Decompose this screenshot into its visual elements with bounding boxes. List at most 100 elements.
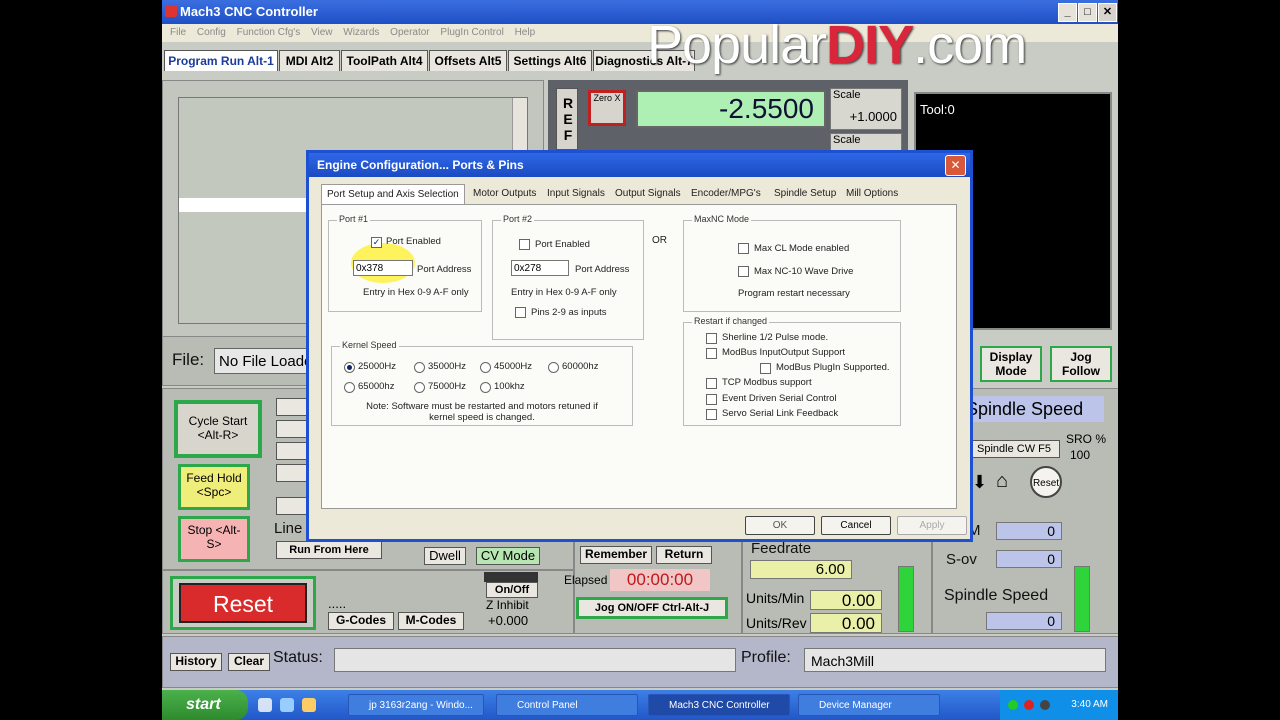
recent-file-button[interactable]: [276, 420, 308, 438]
feed-hold-button[interactable]: Feed Hold <Spc>: [178, 464, 250, 510]
z-inhibit-onoff-button[interactable]: On/Off: [486, 582, 538, 598]
reset-button[interactable]: Reset: [179, 583, 307, 623]
close-gcode-button[interactable]: [276, 442, 308, 460]
port2-address-input[interactable]: 0x278: [511, 260, 569, 276]
event-serial-checkbox[interactable]: [706, 394, 717, 405]
x-axis-dro[interactable]: -2.5500: [636, 90, 826, 128]
remember-button[interactable]: Remember: [580, 546, 652, 564]
dialog-close-icon[interactable]: ✕: [945, 155, 966, 176]
servo-serial-checkbox[interactable]: [706, 409, 717, 420]
menu-function-cfg[interactable]: Function Cfg's: [237, 27, 301, 38]
port2-pins-checkbox[interactable]: [515, 307, 526, 318]
run-from-here-button[interactable]: Run From Here: [276, 541, 382, 559]
kernel-65000-radio[interactable]: [344, 382, 355, 393]
kernel-60000-radio[interactable]: [548, 362, 559, 373]
stop-button[interactable]: Stop <Alt-S>: [178, 516, 250, 562]
history-button[interactable]: History: [170, 653, 222, 671]
maxnc-nc10-checkbox[interactable]: [738, 266, 749, 277]
spindle-cw-button[interactable]: Spindle CW F5: [968, 440, 1060, 458]
edit-gcode-button[interactable]: [276, 398, 308, 416]
kernel-25000-radio[interactable]: [344, 362, 355, 373]
tcp-modbus-checkbox[interactable]: [706, 378, 717, 389]
ok-button[interactable]: OK: [745, 516, 815, 535]
set-next-line-button[interactable]: [276, 497, 308, 515]
spindle-reset-button[interactable]: Reset: [1030, 466, 1062, 498]
feedrate-value[interactable]: 6.00: [750, 560, 852, 579]
dwell-indicator: Dwell: [424, 547, 466, 565]
units-min-value: 0.00: [810, 590, 882, 610]
maximize-button[interactable]: □: [1078, 3, 1097, 22]
z-inhibit-value[interactable]: +0.000: [488, 613, 528, 628]
apply-button[interactable]: Apply: [897, 516, 967, 535]
start-button[interactable]: start: [162, 690, 248, 720]
port2-title: Port #2: [501, 214, 535, 224]
gcodes-button[interactable]: G-Codes: [328, 612, 394, 630]
tray-security-icon[interactable]: [1024, 700, 1034, 710]
tab-offsets[interactable]: Offsets Alt5: [429, 50, 507, 71]
tab-port-setup[interactable]: Port Setup and Axis Selection: [321, 184, 465, 205]
maxnc-restart-note: Program restart necessary: [738, 288, 850, 299]
clock: 3:40 AM: [1071, 699, 1108, 710]
jog-follow-button[interactable]: Jog Follow: [1050, 346, 1112, 382]
minimize-button[interactable]: _: [1058, 3, 1077, 22]
close-button[interactable]: ✕: [1098, 3, 1117, 22]
jog-onoff-button[interactable]: Jog ON/OFF Ctrl-Alt-J: [576, 597, 728, 619]
kernel-35000-radio[interactable]: [414, 362, 425, 373]
tab-output-signals[interactable]: Output Signals: [615, 184, 681, 204]
maxnc-cl-checkbox[interactable]: [738, 243, 749, 254]
tab-motor-outputs[interactable]: Motor Outputs: [473, 184, 536, 204]
tray-network-icon[interactable]: [1008, 700, 1018, 710]
tray-volume-icon[interactable]: [1040, 700, 1050, 710]
port2-hint: Entry in Hex 0-9 A-F only: [511, 287, 617, 298]
cycle-start-button[interactable]: Cycle Start <Alt-R>: [174, 400, 262, 458]
tab-settings[interactable]: Settings Alt6: [508, 50, 592, 71]
z-inhibit-led: [484, 572, 538, 582]
home-icon[interactable]: ⌂: [996, 470, 1008, 493]
menu-view[interactable]: View: [311, 27, 333, 38]
mcodes-button[interactable]: M-Codes: [398, 612, 464, 630]
kernel-100k-radio[interactable]: [480, 382, 491, 393]
zero-x-button[interactable]: Zero X: [588, 90, 626, 126]
quicklaunch-desktop-icon[interactable]: [280, 698, 294, 712]
load-gcode-button[interactable]: [276, 464, 308, 482]
port2-enabled-checkbox[interactable]: [519, 239, 530, 250]
kernel-75000-radio[interactable]: [414, 382, 425, 393]
spindle-speed-label: Spindle Speed: [944, 587, 1049, 604]
kernel-45000-label: 45000Hz: [494, 361, 533, 372]
modbus-io-checkbox[interactable]: [706, 348, 717, 359]
tab-input-signals[interactable]: Input Signals: [547, 184, 605, 204]
ref-all-button[interactable]: REF: [556, 88, 578, 150]
tab-program-run[interactable]: Program Run Alt-1: [164, 50, 278, 71]
task-windows-explorer[interactable]: jp 3163r2ang - Windo...: [348, 694, 484, 716]
tab-spindle-setup[interactable]: Spindle Setup: [774, 184, 836, 204]
tab-mill-options[interactable]: Mill Options: [846, 184, 898, 204]
tool-label: Tool:0: [920, 102, 955, 117]
clear-button[interactable]: Clear: [228, 653, 270, 671]
menu-help[interactable]: Help: [515, 27, 536, 38]
spindle-speed-value[interactable]: 0: [986, 612, 1062, 630]
tab-toolpath[interactable]: ToolPath Alt4: [341, 50, 428, 71]
menu-file[interactable]: File: [170, 27, 186, 38]
kernel-45000-radio[interactable]: [480, 362, 491, 373]
kernel-65000-label: 65000hz: [358, 381, 395, 392]
task-device-manager[interactable]: Device Manager: [798, 694, 940, 716]
quicklaunch-folder-icon[interactable]: [302, 698, 316, 712]
sherline-checkbox[interactable]: [706, 333, 717, 344]
tab-encoder-mpg[interactable]: Encoder/MPG's: [691, 184, 761, 204]
menu-wizards[interactable]: Wizards: [343, 27, 379, 38]
menu-config[interactable]: Config: [197, 27, 226, 38]
task-mach3[interactable]: Mach3 CNC Controller: [648, 694, 790, 716]
quicklaunch-ie-icon[interactable]: [258, 698, 272, 712]
menu-operator[interactable]: Operator: [390, 27, 429, 38]
spindle-down-icon[interactable]: ⬇: [972, 472, 987, 493]
port1-address-input[interactable]: 0x378: [353, 260, 413, 276]
port1-enabled-checkbox[interactable]: ✓: [371, 237, 382, 248]
task-control-panel[interactable]: Control Panel: [496, 694, 638, 716]
menu-plugin-control[interactable]: PlugIn Control: [440, 27, 503, 38]
display-mode-button[interactable]: Display Mode: [980, 346, 1042, 382]
tab-mdi[interactable]: MDI Alt2: [279, 50, 340, 71]
modbus-plugin-checkbox[interactable]: [760, 363, 771, 374]
cancel-button[interactable]: Cancel: [821, 516, 891, 535]
return-button[interactable]: Return: [656, 546, 712, 564]
maxnc-title: MaxNC Mode: [692, 214, 752, 224]
